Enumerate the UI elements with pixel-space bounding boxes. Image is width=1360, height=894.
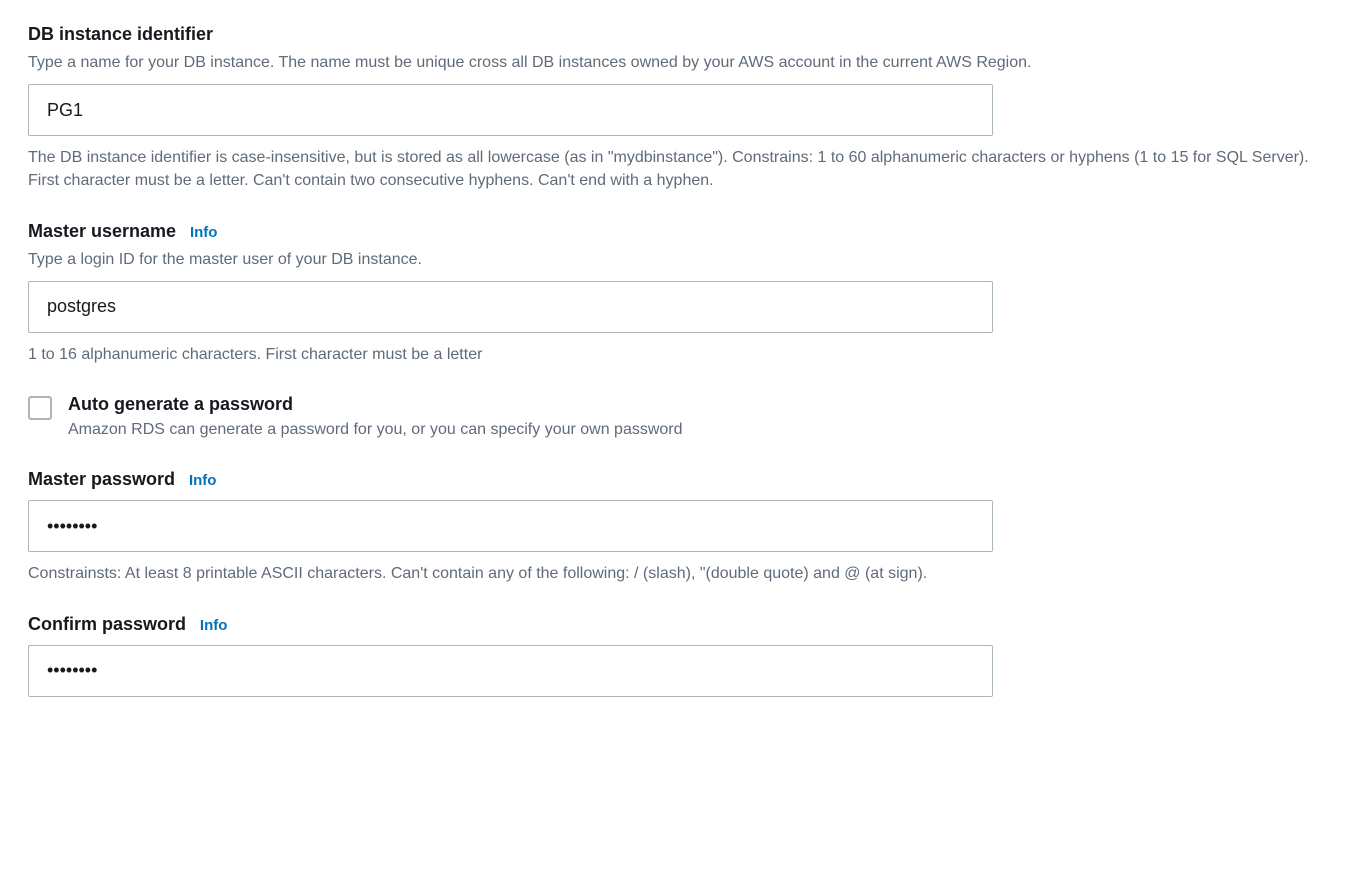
confirm-password-group: Confirm password Info (28, 614, 1332, 697)
master-password-help: Constrainsts: At least 8 printable ASCII… (28, 562, 1332, 585)
master-password-label: Master password (28, 469, 175, 489)
auto-generate-label: Auto generate a password (68, 394, 683, 415)
auto-generate-row: Auto generate a password Amazon RDS can … (28, 394, 1332, 441)
db-identifier-description: Type a name for your DB instance. The na… (28, 51, 1332, 74)
master-username-description: Type a login ID for the master user of y… (28, 248, 1332, 271)
db-identifier-input[interactable] (28, 84, 993, 136)
db-identifier-group: DB instance identifier Type a name for y… (28, 24, 1332, 193)
auto-generate-description: Amazon RDS can generate a password for y… (68, 419, 683, 441)
master-username-input[interactable] (28, 281, 993, 333)
master-username-label: Master username (28, 221, 176, 241)
master-password-input[interactable] (28, 500, 993, 552)
db-identifier-label: DB instance identifier (28, 24, 213, 44)
db-identifier-help: The DB instance identifier is case-insen… (28, 146, 1332, 192)
master-password-group: Master password Info Constrainsts: At le… (28, 469, 1332, 585)
confirm-password-info-link[interactable]: Info (200, 617, 228, 634)
confirm-password-label: Confirm password (28, 614, 186, 634)
confirm-password-input[interactable] (28, 645, 993, 697)
auto-generate-checkbox[interactable] (28, 396, 52, 420)
master-password-info-link[interactable]: Info (189, 472, 217, 489)
master-username-help: 1 to 16 alphanumeric characters. First c… (28, 343, 1332, 366)
master-username-info-link[interactable]: Info (190, 224, 218, 241)
master-username-group: Master username Info Type a login ID for… (28, 221, 1332, 366)
